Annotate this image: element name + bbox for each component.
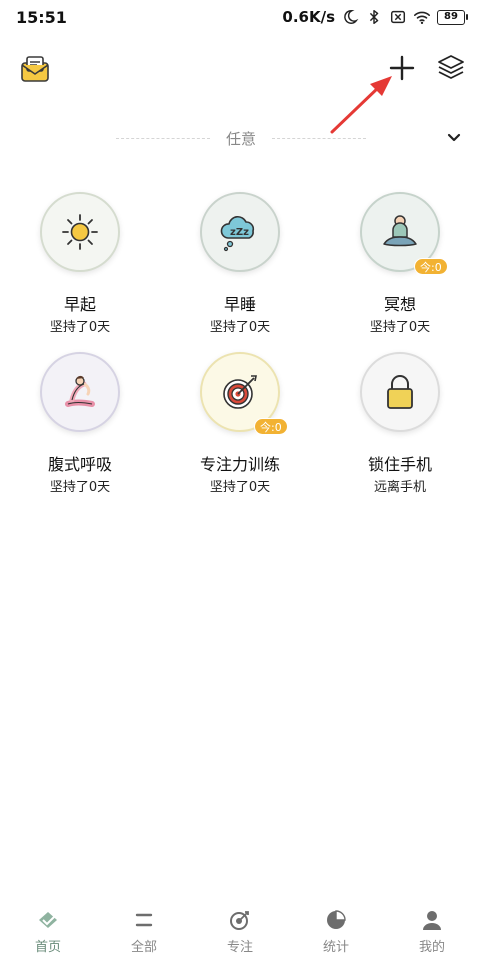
tab-me[interactable]: 我的 <box>384 900 480 960</box>
habit-today-badge: 今:0 <box>414 258 448 275</box>
yoga-icon <box>65 375 95 407</box>
target-icon <box>223 375 257 409</box>
habit-card[interactable]: 早起 坚持了0天 <box>0 192 160 342</box>
user-icon <box>423 911 441 930</box>
habit-icon-circle: zZz <box>200 192 280 272</box>
habit-today-badge: 今:0 <box>254 418 288 435</box>
habit-name: 专注力训练 <box>199 455 280 474</box>
habit-icon-circle <box>360 352 440 432</box>
habit-card[interactable]: 锁住手机 远离手机 <box>320 352 480 502</box>
habit-icon-circle <box>40 192 120 272</box>
moon-icon <box>344 9 359 24</box>
focus-icon <box>230 911 249 930</box>
tab-focus[interactable]: 专注 <box>192 900 288 960</box>
home-check-icon <box>39 912 57 928</box>
meditation-icon <box>383 215 417 247</box>
mail-icon[interactable] <box>20 54 50 84</box>
sleep-cloud-icon: zZz <box>220 216 255 252</box>
tab-home[interactable]: 首页 <box>0 900 96 960</box>
sun-icon <box>62 214 98 250</box>
habit-card[interactable]: 腹式呼吸 坚持了0天 <box>0 352 160 502</box>
layers-icon[interactable] <box>436 53 466 83</box>
category-divider-right <box>272 138 366 139</box>
status-bar: 15:51 0.6K/s 89 <box>0 0 480 34</box>
habit-name: 早起 <box>63 295 96 314</box>
tab-label: 首页 <box>34 940 61 955</box>
sim-off-icon <box>390 10 406 24</box>
category-selector[interactable]: 任意 <box>116 124 366 154</box>
status-net-speed: 0.6K/s <box>282 8 335 26</box>
habit-name: 锁住手机 <box>367 455 432 474</box>
habit-card[interactable]: 今:0 冥想 坚持了0天 <box>320 192 480 342</box>
tab-label: 专注 <box>226 940 253 955</box>
habit-card[interactable]: 今:0 专注力训练 坚持了0天 <box>160 352 320 502</box>
chevron-down-icon[interactable] <box>444 128 464 148</box>
status-time: 15:51 <box>16 8 67 27</box>
habit-streak: 坚持了0天 <box>49 480 111 495</box>
list-icon <box>135 913 153 927</box>
habit-name: 腹式呼吸 <box>47 455 112 474</box>
tab-all[interactable]: 全部 <box>96 900 192 960</box>
lock-icon <box>387 375 413 409</box>
tab-label: 我的 <box>418 940 445 955</box>
habit-streak: 坚持了0天 <box>369 320 431 335</box>
tab-label: 全部 <box>130 940 157 955</box>
habit-card[interactable]: zZz 早睡 坚持了0天 <box>160 192 320 342</box>
wifi-icon <box>413 11 431 25</box>
habit-icon-circle <box>40 352 120 432</box>
habit-streak: 坚持了0天 <box>49 320 111 335</box>
battery-icon: 89 <box>437 9 468 25</box>
habit-streak: 坚持了0天 <box>209 320 271 335</box>
pie-chart-icon <box>327 910 346 929</box>
bluetooth-icon <box>369 9 379 25</box>
habit-name: 早睡 <box>223 295 256 314</box>
habit-streak: 坚持了0天 <box>209 480 271 495</box>
status-right: 0.6K/s 89 <box>282 7 468 27</box>
battery-level: 89 <box>437 9 465 25</box>
tab-stats[interactable]: 统计 <box>288 900 384 960</box>
bottom-nav: 首页 全部 专注 统计 我的 <box>0 900 480 960</box>
tab-label: 统计 <box>322 940 349 955</box>
habit-streak: 远离手机 <box>373 480 426 495</box>
svg-text:zZz: zZz <box>230 227 249 238</box>
habit-name: 冥想 <box>383 295 416 314</box>
